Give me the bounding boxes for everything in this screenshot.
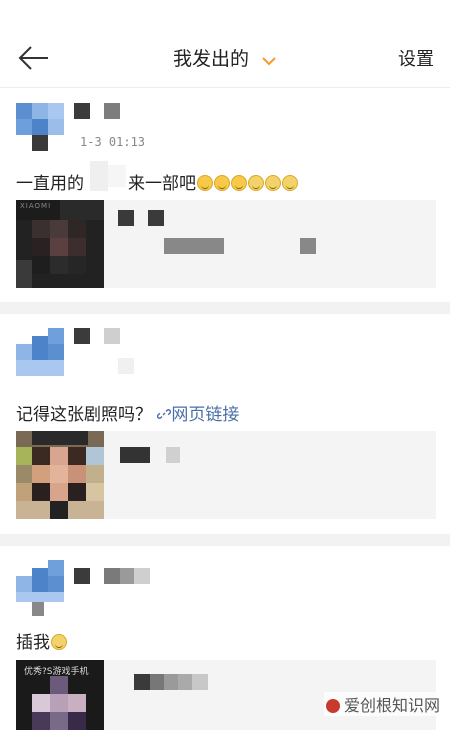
media-card[interactable]: XIAOMI [16,200,436,288]
card-title [134,674,234,690]
post-text: 插我 [16,628,67,653]
username[interactable] [74,103,124,121]
post-text: 记得这张剧照吗？ 网页链接 [16,400,239,425]
smile-emoji-icon [214,175,230,191]
post-text: 一直用的来一部吧 [16,169,298,194]
username[interactable] [74,328,124,346]
top-nav-bar: 我发出的 设置 [0,0,450,88]
post-item[interactable]: 1-3 01:13 一直用的来一部吧 XIAOMI [0,89,450,302]
glasses-emoji-icon [282,175,298,191]
glasses-emoji-icon [51,634,67,650]
avatar[interactable] [16,560,64,616]
avatar[interactable] [16,328,64,376]
thumbnail-image [16,200,104,288]
post-separator [0,534,450,546]
post-item[interactable]: 记得这张剧照吗？ 网页链接 [0,314,450,534]
thumbnail-image [16,431,104,519]
glasses-emoji-icon [265,175,281,191]
avatar[interactable] [16,103,64,151]
link-icon [157,407,171,421]
card-title [120,447,190,463]
username[interactable] [74,568,154,586]
smile-emoji-icon [231,175,247,191]
thumbnail-label: XIAOMI [20,202,51,210]
chevron-down-icon [261,49,277,71]
page-title: 我发出的 [173,48,249,70]
watermark: 爱创根知识网 [324,692,442,716]
glasses-emoji-icon [248,175,264,191]
watermark-logo-icon [326,699,340,713]
card-title [118,210,178,226]
media-card[interactable] [16,431,436,519]
post-timestamp [118,358,134,374]
post-separator [0,302,450,314]
smile-emoji-icon [197,175,213,191]
thumbnail-label: 优秀?S游戏手机 [24,664,89,677]
post-timestamp: 1-3 01:13 [80,135,145,149]
web-link[interactable]: 网页链接 [157,405,239,425]
settings-button[interactable]: 设置 [398,45,434,71]
redacted-text-mosaic [90,161,142,191]
card-subtitle [164,238,324,254]
page-title-dropdown[interactable]: 我发出的 [0,44,450,71]
